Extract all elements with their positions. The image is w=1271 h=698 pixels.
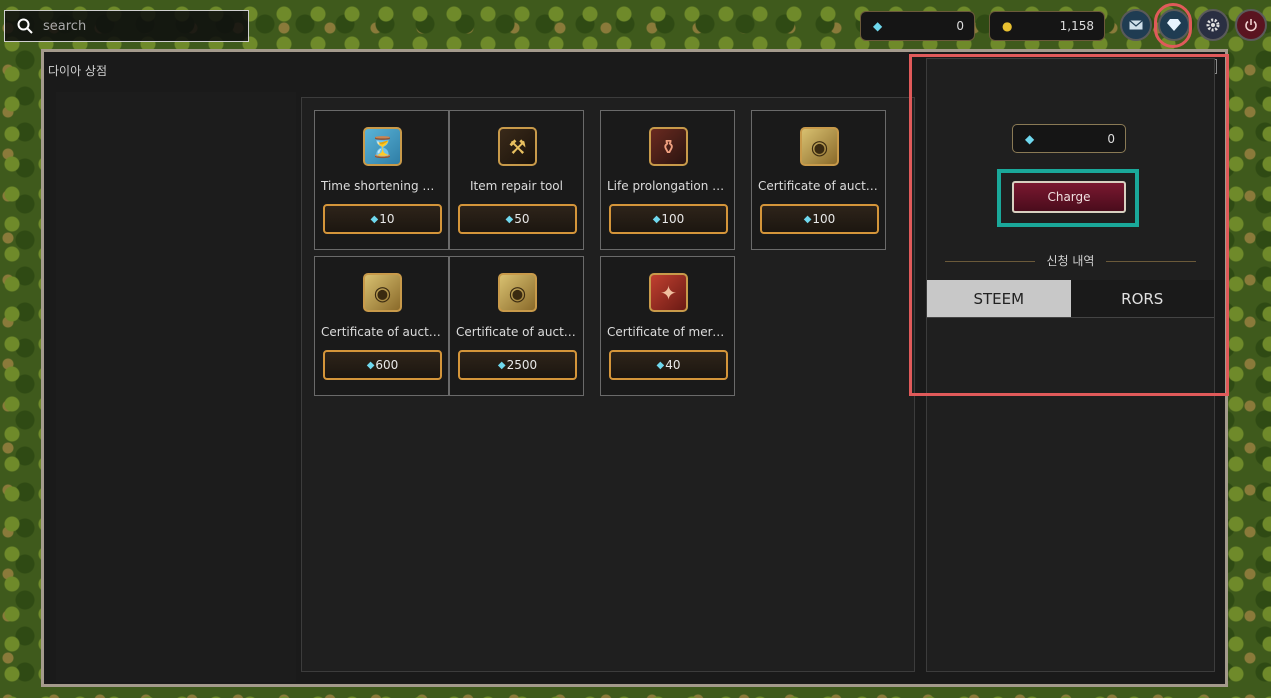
item-name: Certificate of auctio… [758,179,879,193]
shop-item[interactable]: ⚒ Item repair tool ◆ 50 [449,110,584,250]
gold-coin-icon: ● [1002,19,1013,33]
settings-button[interactable] [1197,9,1229,41]
gold-balance-value: 1,158 [1059,19,1094,33]
mercenary-book-icon: ✦ [649,273,688,312]
highlight-diamond-button [1154,3,1192,48]
buy-button[interactable]: ◆ 10 [323,204,442,234]
diamond-balance-value: 0 [956,19,964,33]
item-price: 40 [665,358,681,372]
diamond-icon: ◆ [366,359,375,371]
item-name: Item repair tool [470,179,563,193]
mail-icon [1129,20,1143,30]
window-title: 다이아 상점 [48,64,108,78]
mail-button[interactable] [1120,9,1152,41]
shop-item[interactable]: ◉ Certificate of auctio… ◆ 100 [751,110,886,250]
item-price: 50 [514,212,530,226]
item-price: 2500 [506,358,538,372]
item-name: Certificate of merce… [607,325,728,339]
shop-item[interactable]: ✦ Certificate of merce… ◆ 40 [600,256,735,396]
shop-item[interactable]: ◉ Certificate of auctio… ◆ 600 [314,256,449,396]
item-name: Certificate of auctio… [456,325,577,339]
item-price: 10 [379,212,395,226]
shop-item[interactable]: ◉ Certificate of auctio… ◆ 2500 [449,256,584,396]
search-icon [17,18,33,34]
diamond-balance-display: ◆ 0 [860,11,975,41]
repair-tool-icon: ⚒ [498,127,537,166]
item-name: Time shortening m… [321,179,442,193]
buy-button[interactable]: ◆ 100 [609,204,728,234]
item-price: 100 [812,212,836,226]
certificate-icon: ◉ [498,273,537,312]
power-icon [1245,19,1257,32]
time-scroll-icon: ⏳ [363,127,402,166]
item-name: Certificate of auctio… [321,325,442,339]
search-input[interactable] [43,18,233,34]
diamond-icon: ◆ [873,19,883,33]
power-button[interactable] [1235,9,1267,41]
diamond-icon: ◆ [803,213,812,225]
buy-button[interactable]: ◆ 100 [760,204,879,234]
item-name: Life prolongation p… [607,179,728,193]
shop-item[interactable]: ⏳ Time shortening m… ◆ 10 [314,110,449,250]
diamond-icon: ◆ [656,359,665,371]
gold-balance-display: ● 1,158 [989,11,1105,41]
diamond-icon: ◆ [505,213,514,225]
search-box[interactable] [4,10,249,42]
diamond-icon: ◆ [370,213,379,225]
item-grid: ⏳ Time shortening m… ◆ 10 ⚒ Item repair … [301,97,915,672]
potion-icon: ⚱ [649,127,688,166]
buy-button[interactable]: ◆ 40 [609,350,728,380]
gear-icon [1206,18,1220,32]
item-price: 600 [375,358,399,372]
buy-button[interactable]: ◆ 2500 [458,350,577,380]
certificate-icon: ◉ [363,273,402,312]
diamond-icon: ◆ [497,359,506,371]
buy-button[interactable]: ◆ 50 [458,204,577,234]
buy-button[interactable]: ◆ 600 [323,350,442,380]
highlight-charge-panel [909,54,1229,396]
certificate-icon: ◉ [800,127,839,166]
shop-item[interactable]: ⚱ Life prolongation p… ◆ 100 [600,110,735,250]
diamond-icon: ◆ [652,213,661,225]
item-price: 100 [661,212,685,226]
left-pane [56,92,296,682]
